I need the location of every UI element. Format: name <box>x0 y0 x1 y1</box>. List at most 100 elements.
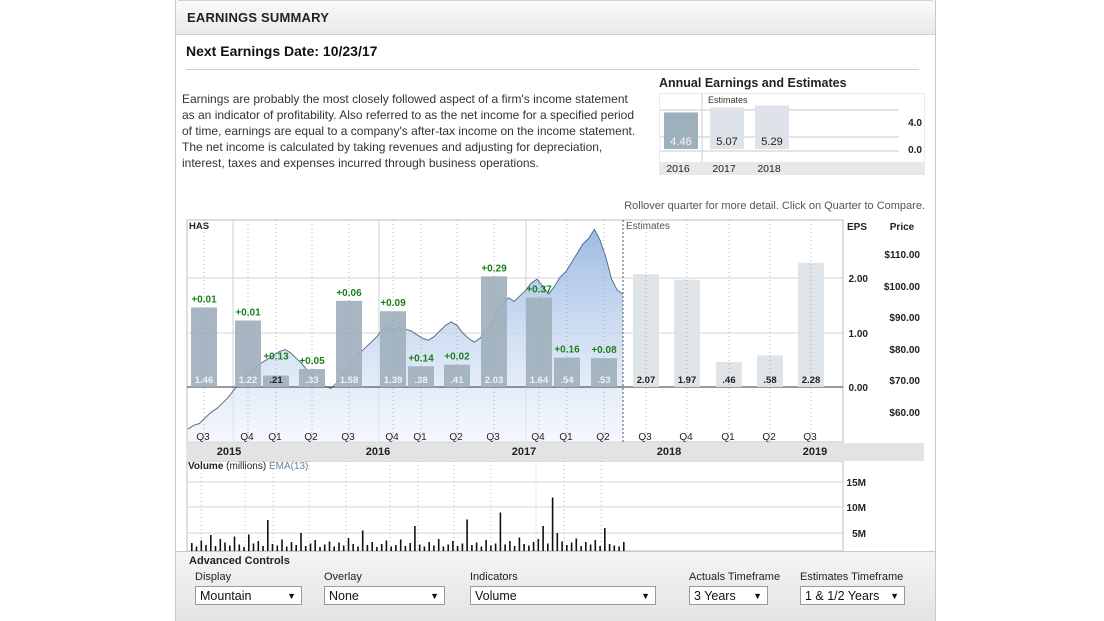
eps-value-label: .53 <box>597 375 610 386</box>
volume-bar <box>380 544 383 551</box>
eps-surprise-label: +0.14 <box>408 353 434 364</box>
earnings-description: Earnings are probably the most closely f… <box>182 92 636 170</box>
volume-bar <box>271 544 274 551</box>
eps-tick: 1.00 <box>849 329 869 340</box>
chevron-down-icon: ▼ <box>641 591 650 601</box>
quarter-label: Q3 <box>803 432 817 443</box>
eps-surprise-label: +0.13 <box>263 352 289 363</box>
volume-bar <box>570 542 573 551</box>
volume-bar <box>485 540 487 551</box>
volume-bar <box>224 542 226 551</box>
volume-bar <box>532 542 535 551</box>
quarter-label: Q4 <box>385 432 399 443</box>
rollover-hint: Rollover quarter for more detail. Click … <box>624 200 925 212</box>
estimates-timeframe-select[interactable]: 1 & 1/2 Years ▼ <box>800 586 905 605</box>
quarter-label: Q3 <box>638 432 652 443</box>
eps-value-label: 1.39 <box>384 375 403 386</box>
price-tick: $60.00 <box>889 408 920 419</box>
quarterly-earnings-chart[interactable]: Estimates HAS 1.46 +0.01 Q3 1.22 +0.01 Q4 .21 +0.… <box>186 218 924 461</box>
eps-surprise-label: +0.01 <box>191 294 217 305</box>
eps-bar <box>526 297 552 387</box>
annual-y-tick: 0.0 <box>908 145 922 156</box>
year-label: 2018 <box>657 446 681 458</box>
eps-bar <box>674 279 700 387</box>
volume-bar <box>248 534 250 551</box>
display-select[interactable]: Mountain ▼ <box>195 586 302 605</box>
eps-value-label: .41 <box>450 375 464 386</box>
volume-bar <box>556 533 559 551</box>
annual-bar-value: 5.29 <box>761 136 782 148</box>
volume-bar <box>494 543 497 551</box>
eps-surprise-label: +0.08 <box>591 345 617 356</box>
eps-value-label: 1.22 <box>239 375 258 386</box>
volume-bar <box>328 541 331 551</box>
advanced-controls-title: Advanced Controls <box>189 555 290 567</box>
volume-bar <box>219 539 222 551</box>
volume-bar <box>385 540 388 551</box>
eps-bar <box>633 274 659 387</box>
volume-bar <box>414 526 416 551</box>
annual-category-label: 2017 <box>712 163 736 175</box>
annual-bar-value: 5.07 <box>716 136 737 148</box>
volume-bar <box>452 541 454 551</box>
volume-bar <box>551 497 554 551</box>
volume-title-units: (millions) <box>226 461 269 472</box>
annual-bar-value: 4.46 <box>670 136 691 148</box>
eps-value-label: .46 <box>722 375 735 386</box>
chevron-down-icon: ▼ <box>287 591 296 601</box>
volume-bar <box>509 541 511 551</box>
eps-surprise-label: +0.05 <box>299 356 325 367</box>
quarter-label: Q3 <box>196 432 210 443</box>
earnings-summary-panel: EARNINGS SUMMARY Next Earnings Date: 10/… <box>175 0 936 621</box>
volume-bar <box>352 544 354 551</box>
quarter-label: Q1 <box>268 432 282 443</box>
quarter-label: Q4 <box>531 432 545 443</box>
price-tick: $70.00 <box>889 376 920 387</box>
eps-surprise-label: +0.16 <box>554 345 580 356</box>
annual-earnings-chart[interactable]: Estimates 4.46 2016 5.07 2017 5.29 2018 4.0 0.0 <box>659 93 925 175</box>
eps-axis-label: EPS <box>847 222 867 233</box>
volume-bar <box>523 544 525 551</box>
volume-title-main: Volume <box>188 461 226 472</box>
volume-bar <box>575 538 578 551</box>
annual-y-tick: 4.0 <box>908 118 922 129</box>
eps-value-label: 1.64 <box>530 375 549 386</box>
overlay-select[interactable]: None ▼ <box>324 586 445 605</box>
actuals-timeframe-select[interactable]: 3 Years ▼ <box>689 586 768 605</box>
eps-value-label: 2.28 <box>802 375 821 386</box>
indicators-select-value: Volume <box>475 589 517 603</box>
volume-bar <box>466 519 468 551</box>
eps-surprise-label: +0.06 <box>336 288 362 299</box>
year-label: 2017 <box>512 446 536 458</box>
volume-bar <box>542 526 544 551</box>
volume-tick: 10M <box>847 503 866 514</box>
eps-surprise-label: +0.09 <box>380 298 406 309</box>
eps-value-label: 1.58 <box>340 375 359 386</box>
volume-bar <box>281 539 283 551</box>
annual-axis-band <box>660 162 924 174</box>
quarter-label: Q1 <box>721 432 735 443</box>
year-label: 2015 <box>217 446 241 458</box>
volume-bar <box>399 539 402 551</box>
indicators-select[interactable]: Volume ▼ <box>470 586 656 605</box>
price-tick: $80.00 <box>889 345 920 356</box>
estimates-label: Estimates <box>626 221 670 232</box>
volume-bar <box>608 544 611 551</box>
actuals-timeframe-value: 3 Years <box>694 589 736 603</box>
volume-chart: Volume (millions) EMA(13) 15M 10M 5M <box>186 461 924 552</box>
price-tick: $100.00 <box>884 282 921 293</box>
panel-header: EARNINGS SUMMARY <box>176 0 935 35</box>
overlay-label: Overlay <box>324 571 362 583</box>
quarter-label: Q2 <box>596 432 610 443</box>
eps-value-label: 1.46 <box>195 375 214 386</box>
quarter-label: Q1 <box>559 432 573 443</box>
year-label: 2016 <box>366 446 390 458</box>
volume-bar <box>428 542 430 551</box>
eps-surprise-label: +0.29 <box>481 263 507 274</box>
actuals-timeframe-label: Actuals Timeframe <box>689 571 781 583</box>
annual-category-label: 2016 <box>666 163 690 175</box>
volume-bar <box>437 539 440 551</box>
volume-tick: 15M <box>847 478 866 489</box>
volume-bar <box>290 542 293 551</box>
eps-value-label: .33 <box>305 375 318 386</box>
